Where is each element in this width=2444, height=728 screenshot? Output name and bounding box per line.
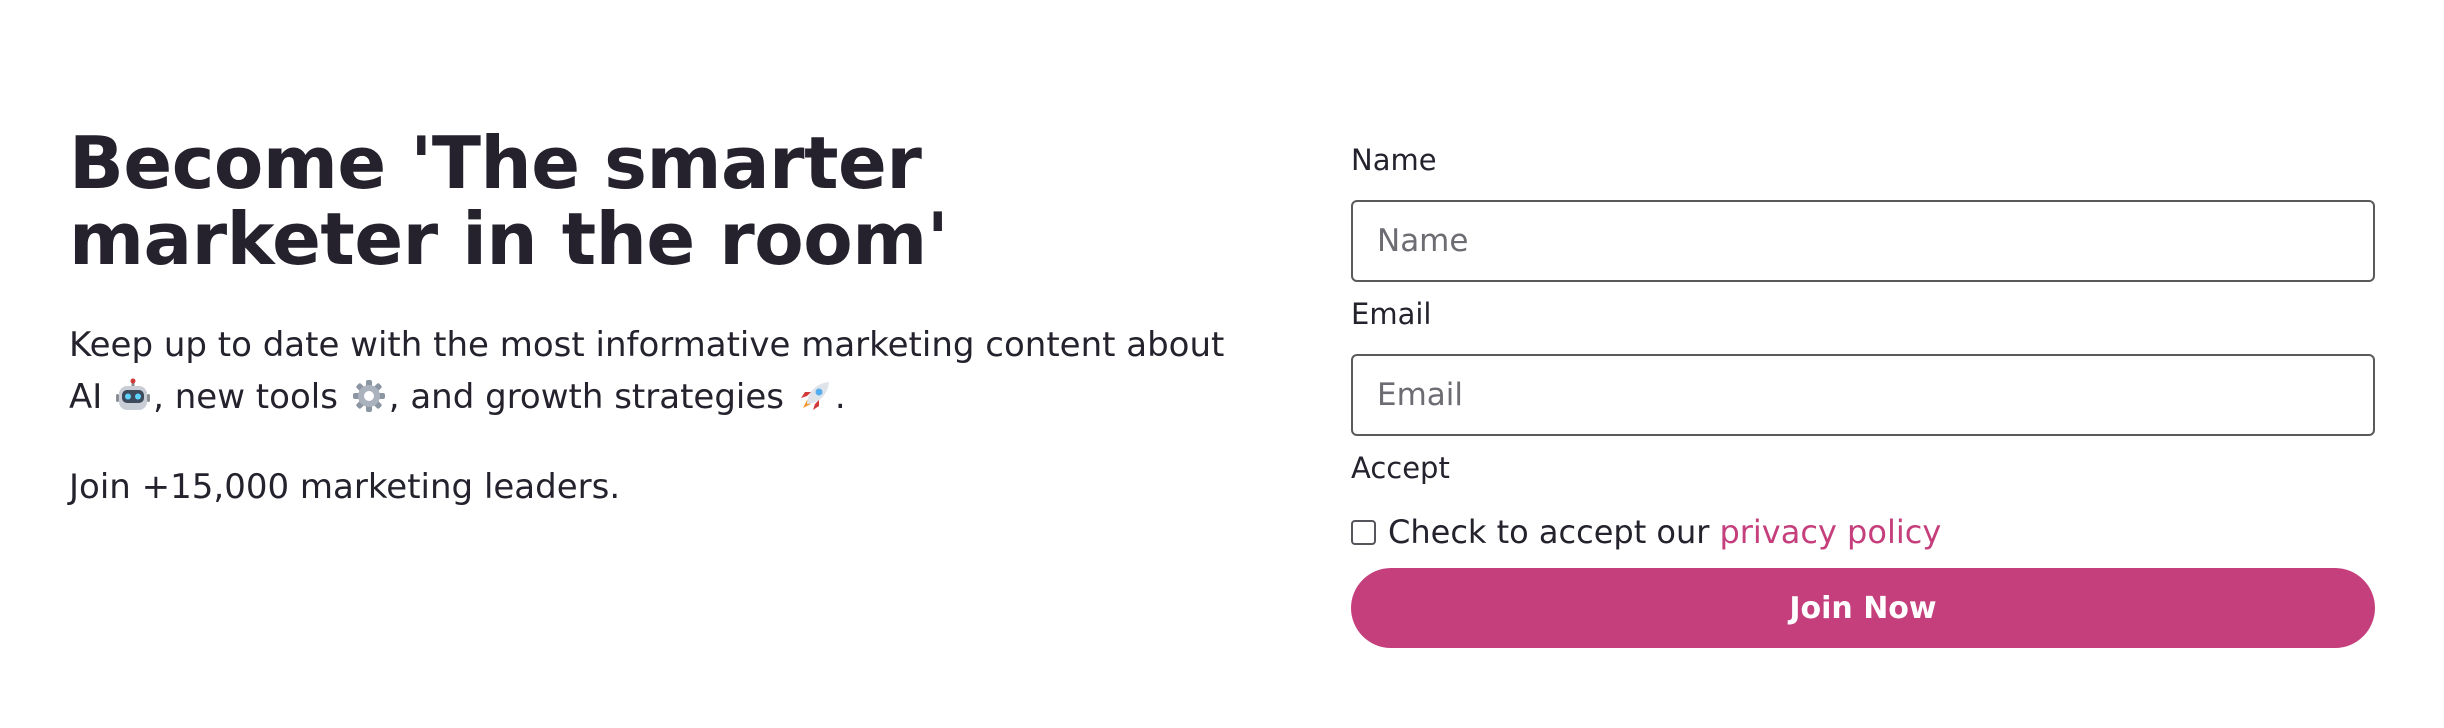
join-now-button[interactable]: Join Now [1351, 568, 2375, 648]
email-label: Email [1351, 297, 1432, 331]
hero-section: Become 'The smarter marketer in the room… [69, 125, 1269, 513]
hero-description-part4: . [834, 377, 846, 417]
hero-description: Keep up to date with the most informativ… [69, 319, 1249, 423]
gear-icon [352, 380, 385, 412]
rocket-icon [800, 382, 829, 410]
signup-form: Name Email Accept Check to accept our pr… [1351, 140, 2375, 648]
privacy-checkbox-row: Check to accept our privacy policy [1351, 510, 2375, 554]
page: Become 'The smarter marketer in the room… [0, 0, 2444, 728]
hero-description-part3: , and growth strategies [388, 377, 784, 417]
privacy-policy-link[interactable]: privacy policy [1719, 510, 1941, 554]
name-input[interactable] [1351, 200, 2375, 282]
accept-label: Accept [1351, 451, 1450, 485]
name-label: Name [1351, 143, 1437, 177]
privacy-checkbox-text: Check to accept our [1388, 513, 1710, 551]
hero-description-part2: , new tools [153, 377, 338, 417]
privacy-checkbox[interactable] [1351, 519, 1376, 545]
email-input[interactable] [1351, 354, 2375, 436]
robot-icon [116, 378, 151, 410]
hero-join-text: Join +15,000 marketing leaders. [69, 467, 621, 507]
hero-title: Become 'The smarter marketer in the room… [69, 121, 949, 281]
